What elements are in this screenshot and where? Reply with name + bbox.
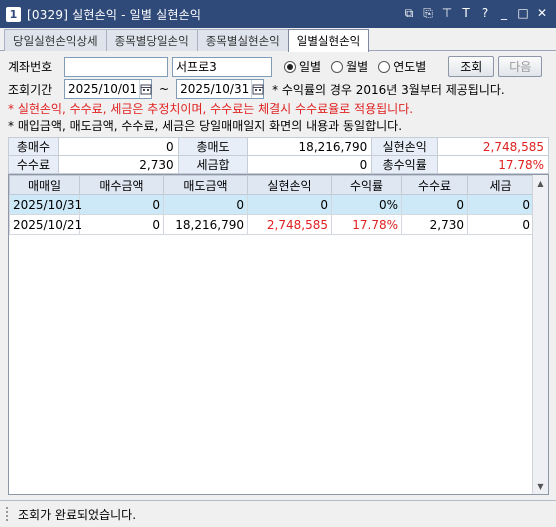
total-sell-value: 18,216,790 <box>247 137 373 156</box>
radio-daily-label: 일별 <box>299 60 322 74</box>
title-bar: 1 [0329] 실현손익 - 일별 실현손익 ⧉ ⎘ ⊤ T ? _ □ ✕ <box>0 0 556 28</box>
summary-table: 총매수 0 총매도 18,216,790 실현손익 2,748,585 수수료 … <box>8 137 549 174</box>
cell-return-rate: 0% <box>331 194 402 215</box>
summary-row: 수수료 2,730 세금합 0 총수익률 17.78% <box>8 155 549 174</box>
radio-yearly-dot <box>378 60 391 73</box>
grid-header-row: 매매일 매수금액 매도금액 실현손익 수익률 수수료 세금 <box>9 175 534 195</box>
date-to-field[interactable]: 2025/10/31 <box>176 79 265 99</box>
col-return-rate[interactable]: 수익률 <box>331 175 402 195</box>
calendar-icon[interactable] <box>251 80 264 98</box>
radio-yearly[interactable]: 연도별 <box>378 58 426 75</box>
window-restore-icon[interactable]: ⧉ <box>401 5 417 21</box>
period-type-radio-group: 일별 월별 연도별 <box>284 58 426 75</box>
date-to-value: 2025/10/31 <box>180 82 250 96</box>
col-buy-amount[interactable]: 매수금액 <box>79 175 164 195</box>
cell-tax: 0 <box>467 194 534 215</box>
close-icon[interactable]: ✕ <box>534 5 550 21</box>
radio-yearly-label: 연도별 <box>393 60 427 74</box>
radio-daily-dot <box>284 60 296 73</box>
period-note: * 수익률의 경우 2016년 3월부터 제공됩니다. <box>272 82 505 97</box>
tax-total-label: 세금합 <box>177 155 249 174</box>
fee-value: 2,730 <box>57 155 179 174</box>
pin-icon[interactable]: ⊤ <box>439 5 455 21</box>
tab-daily-realized-pnl[interactable]: 일별실현손익 <box>287 29 370 52</box>
copy-icon[interactable]: ⎘ <box>420 5 436 21</box>
summary-row: 총매수 0 총매도 18,216,790 실현손익 2,748,585 <box>8 137 549 156</box>
status-bar: 조회가 완료되었습니다. <box>0 500 556 527</box>
fee-label: 수수료 <box>8 155 59 174</box>
date-from-value: 2025/10/01 <box>68 82 138 96</box>
realized-pnl-value: 2,748,585 <box>437 137 549 156</box>
text-size-icon[interactable]: T <box>458 5 474 21</box>
window-number-badge: 1 <box>6 6 21 22</box>
total-buy-label: 총매수 <box>8 137 59 156</box>
radio-daily[interactable]: 일별 <box>284 58 321 75</box>
period-row: 조회기간 2025/10/01 ~ 2025/10/31 * 수익률의 경우 2… <box>8 79 505 99</box>
total-buy-value: 0 <box>57 137 179 156</box>
cell-sell-amount: 18,216,790 <box>163 214 248 235</box>
col-sell-amount[interactable]: 매도금액 <box>163 175 248 195</box>
col-fee[interactable]: 수수료 <box>401 175 468 195</box>
cell-buy-amount: 0 <box>79 194 164 215</box>
tab-item-realized-pnl[interactable]: 종목별실현손익 <box>196 29 289 51</box>
cell-fee: 0 <box>401 194 468 215</box>
next-button[interactable]: 다음 <box>498 56 543 77</box>
tab-item-daily-pnl[interactable]: 종목별당일손익 <box>105 29 198 51</box>
cell-trade-date: 2025/10/21 <box>9 214 82 235</box>
tab-daily-realized-detail[interactable]: 당일실현손익상세 <box>4 29 107 51</box>
search-button[interactable]: 조회 <box>448 56 495 77</box>
vertical-scrollbar[interactable]: ▲ ▼ <box>532 175 548 494</box>
window-title: [0329] 실현손익 - 일별 실현손익 <box>27 7 202 22</box>
note-black-row: * 매입금액, 매도금액, 수수료, 세금은 당일매매일지 화면의 내용과 동일… <box>8 117 402 134</box>
total-sell-label: 총매도 <box>177 137 249 156</box>
consistency-notice: * 매입금액, 매도금액, 수수료, 세금은 당일매매일지 화면의 내용과 동일… <box>8 119 403 133</box>
cell-realized-pnl: 2,748,585 <box>247 214 332 235</box>
minimize-icon[interactable]: _ <box>496 5 512 21</box>
account-label: 계좌번호 <box>8 60 53 74</box>
radio-monthly[interactable]: 월별 <box>331 58 368 75</box>
account-number-field[interactable] <box>64 56 168 77</box>
calendar-icon[interactable] <box>139 80 152 98</box>
tab-bar: 당일실현손익상세 종목별당일손익 종목별실현손익 일별실현손익 <box>0 29 556 52</box>
scroll-up-arrow-icon[interactable]: ▲ <box>533 175 548 191</box>
cell-tax: 0 <box>467 214 534 235</box>
cell-return-rate: 17.78% <box>331 214 402 235</box>
scroll-down-arrow-icon[interactable]: ▼ <box>533 478 548 494</box>
cell-fee: 2,730 <box>401 214 468 235</box>
account-row: 계좌번호 서프로3 일별 월별 연도별 조회 다음 <box>8 56 548 77</box>
date-from-field[interactable]: 2025/10/01 <box>64 79 152 99</box>
realized-pnl-label: 실현손익 <box>371 137 439 156</box>
col-tax[interactable]: 세금 <box>467 175 534 195</box>
col-realized-pnl[interactable]: 실현손익 <box>247 175 332 195</box>
total-return-label: 총수익률 <box>371 155 439 174</box>
cell-buy-amount: 0 <box>79 214 164 235</box>
note-red-row: * 실현손익, 수수료, 세금은 추정치이며, 수수료는 체결시 수수료율로 적… <box>8 100 413 117</box>
radio-monthly-dot <box>331 60 344 73</box>
grip-icon <box>6 507 12 521</box>
maximize-icon[interactable]: □ <box>515 5 531 21</box>
cell-realized-pnl: 0 <box>247 194 332 215</box>
col-trade-date[interactable]: 매매일 <box>9 175 80 195</box>
cell-sell-amount: 0 <box>163 194 248 215</box>
date-range-tilde: ~ <box>159 82 170 96</box>
radio-monthly-label: 월별 <box>346 60 369 74</box>
table-row[interactable]: 2025/10/31 0 0 0 0% 0 0 <box>9 194 534 215</box>
tax-total-value: 0 <box>247 155 373 174</box>
table-row[interactable]: 2025/10/21 0 18,216,790 2,748,585 17.78%… <box>9 214 534 235</box>
account-name-field[interactable]: 서프로3 <box>172 56 272 77</box>
status-message: 조회가 완료되었습니다. <box>18 507 137 522</box>
daily-pnl-grid[interactable]: 매매일 매수금액 매도금액 실현손익 수익률 수수료 세금 2025/10/31… <box>8 174 549 495</box>
total-return-value: 17.78% <box>437 155 549 174</box>
daily-pnl-table: 매매일 매수금액 매도금액 실현손익 수익률 수수료 세금 2025/10/31… <box>9 175 534 235</box>
period-label: 조회기간 <box>8 82 53 97</box>
cell-trade-date: 2025/10/31 <box>9 194 82 215</box>
title-bar-controls: ⧉ ⎘ ⊤ T ? _ □ ✕ <box>401 5 550 21</box>
estimate-notice: * 실현손익, 수수료, 세금은 추정치이며, 수수료는 체결시 수수료율로 적… <box>8 102 414 116</box>
help-icon[interactable]: ? <box>477 5 493 21</box>
